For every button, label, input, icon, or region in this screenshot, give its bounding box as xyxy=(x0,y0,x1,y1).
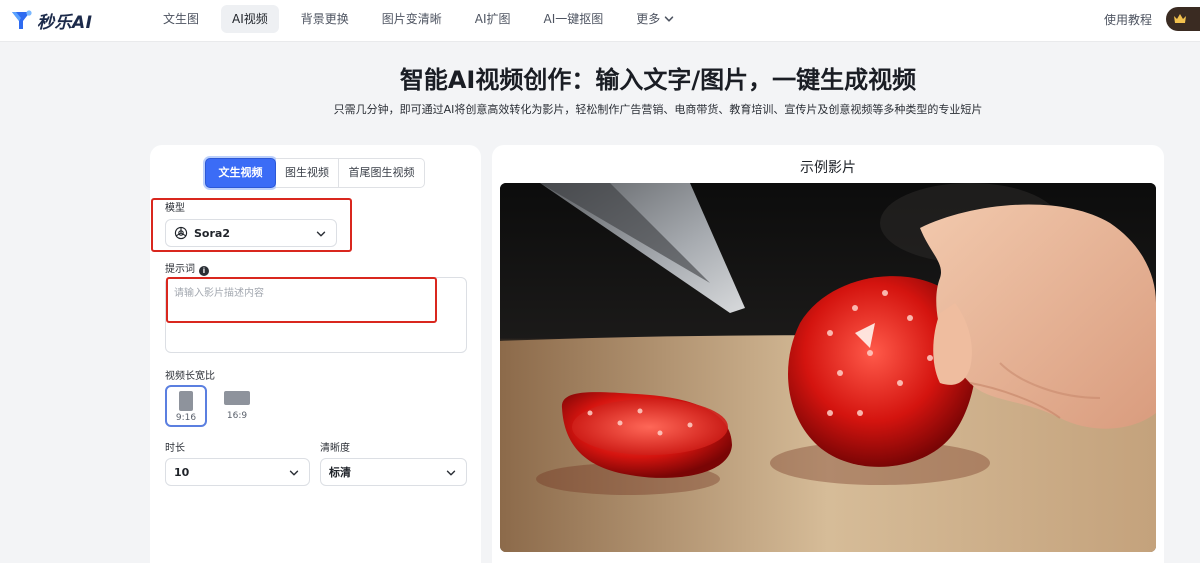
quality-value: 标清 xyxy=(329,466,351,479)
page-title: 智能AI视频创作：输入文字/图片，一键生成视频 xyxy=(399,66,917,94)
tab-image-to-video[interactable]: 图生视频 xyxy=(276,158,339,188)
quality-label: 清晰度 xyxy=(320,443,350,454)
model-select[interactable]: Sora2 xyxy=(165,219,337,247)
nav-item-ai-video[interactable]: AI视频 xyxy=(221,5,279,33)
prompt-input[interactable] xyxy=(166,278,466,352)
nav-item-image-sharpen[interactable]: 图片变清晰 xyxy=(371,5,453,33)
info-icon[interactable]: i xyxy=(199,266,209,276)
tutorial-link[interactable]: 使用教程 xyxy=(1104,11,1152,28)
chevron-down-icon xyxy=(316,231,326,237)
landscape-ratio-icon xyxy=(224,391,250,405)
brand-logo[interactable]: 秒乐AI xyxy=(10,8,93,33)
sample-video-frame-image xyxy=(500,183,1156,552)
prompt-label: 提示词 xyxy=(165,264,195,275)
portrait-ratio-icon xyxy=(179,391,193,411)
duration-label: 时长 xyxy=(165,443,185,454)
vip-badge[interactable] xyxy=(1166,7,1200,31)
nav-more-label: 更多 xyxy=(636,12,661,26)
sample-video-title: 示例影片 xyxy=(800,160,856,176)
nav-item-ai-expand[interactable]: AI扩图 xyxy=(464,5,522,33)
brand-name: 秒乐AI xyxy=(37,12,93,33)
logo-mark-icon xyxy=(12,10,32,29)
nav-more-menu[interactable]: 更多 xyxy=(625,5,685,33)
crown-icon xyxy=(1174,14,1186,23)
mode-tabs: 文生视频 图生视频 首尾图生视频 xyxy=(205,158,425,188)
duration-value: 10 xyxy=(174,465,190,479)
chevron-down-icon xyxy=(665,16,674,22)
duration-select[interactable]: 10 xyxy=(165,458,310,486)
nav-item-text-to-image[interactable]: 文生图 xyxy=(152,5,210,33)
nav-item-ai-cutout[interactable]: AI一键抠图 xyxy=(533,5,615,33)
aspect-option-label: 9:16 xyxy=(175,413,197,423)
sample-video-player[interactable] xyxy=(500,183,1156,552)
prompt-input-wrapper xyxy=(165,277,467,353)
model-value: Sora2 xyxy=(194,226,230,240)
main-nav: 文生图 AI视频 背景更换 图片变清晰 AI扩图 AI一键抠图 更多 xyxy=(152,5,696,33)
sample-video-panel: 示例影片 xyxy=(492,145,1164,563)
aspect-option-label: 16:9 xyxy=(226,411,248,421)
openai-model-icon xyxy=(174,226,188,240)
page-subtitle: 只需几分钟，即可通过AI将创意高效转化为影片，轻松制作广告营销、电商带货、教育培… xyxy=(333,103,983,116)
prompt-label-row: 提示词 i xyxy=(165,260,209,276)
chevron-down-icon xyxy=(289,470,299,476)
aspect-option-9-16[interactable]: 9:16 xyxy=(165,385,207,427)
model-label: 模型 xyxy=(165,203,185,214)
nav-item-background-replace[interactable]: 背景更换 xyxy=(290,5,360,33)
quality-select[interactable]: 标清 xyxy=(320,458,467,486)
top-navbar: 秒乐AI 文生图 AI视频 背景更换 图片变清晰 AI扩图 AI一键抠图 更多 … xyxy=(0,0,1200,42)
chevron-down-icon xyxy=(446,470,456,476)
tab-first-last-frame-video[interactable]: 首尾图生视频 xyxy=(339,158,425,188)
tab-text-to-video[interactable]: 文生视频 xyxy=(205,158,276,188)
video-generator-panel: 文生视频 图生视频 首尾图生视频 模型 Sora2 提示词 i 视频长宽比 9:1… xyxy=(150,145,481,563)
aspect-ratio-label: 视频长宽比 xyxy=(165,371,215,382)
aspect-option-16-9[interactable]: 16:9 xyxy=(216,385,258,427)
